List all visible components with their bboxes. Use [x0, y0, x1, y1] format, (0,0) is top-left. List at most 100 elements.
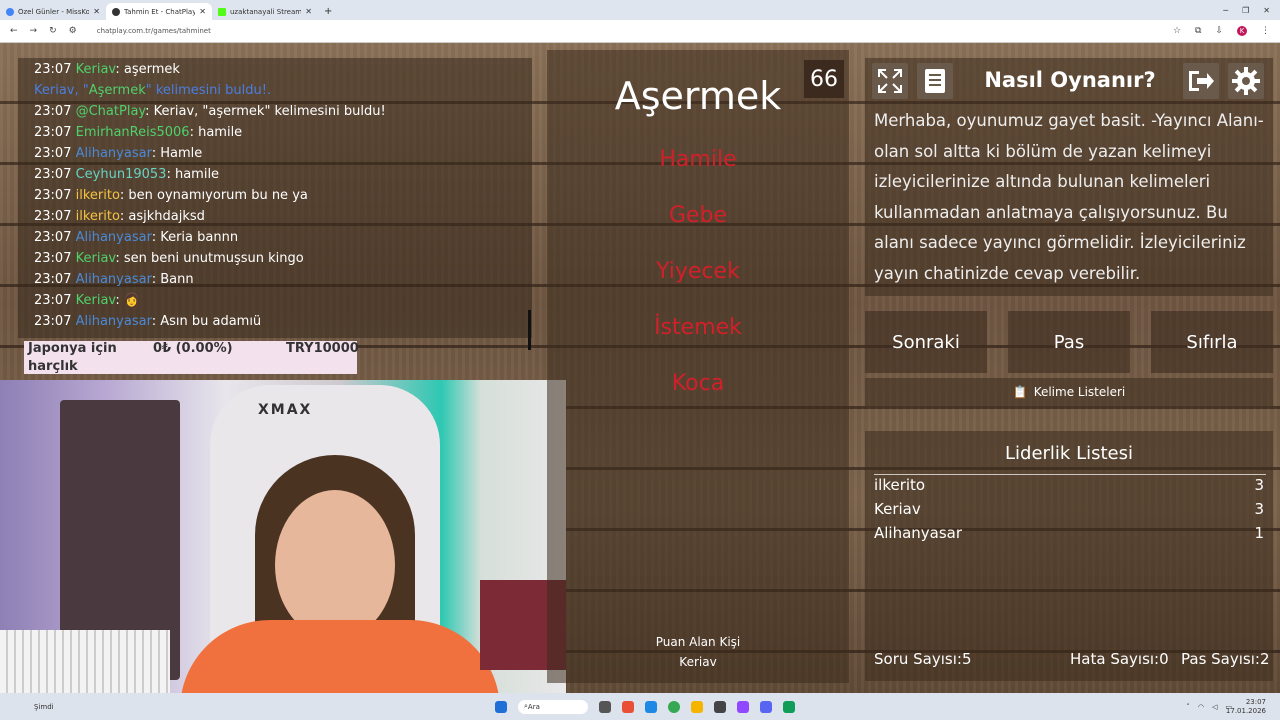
word-lists-label: Kelime Listeleri: [1033, 385, 1126, 399]
close-tab-icon[interactable]: ✕: [305, 7, 312, 16]
leaderboard-name: ilkerito: [874, 476, 926, 494]
site-info-icon[interactable]: ⚙: [69, 26, 77, 36]
chat-username[interactable]: EmirhanReis5006: [76, 125, 190, 140]
leaderboard-divider: [874, 474, 1266, 475]
volume-icon[interactable]: ◁: [1212, 703, 1217, 711]
profile-avatar[interactable]: K: [1237, 26, 1247, 36]
chat-username[interactable]: ilkerito: [76, 188, 120, 203]
document-icon: [925, 69, 945, 93]
chat-text: : sen beni unutmuşsun kingo: [115, 251, 304, 266]
back-icon[interactable]: ←: [10, 26, 18, 36]
chat-username[interactable]: Alihanyasar: [76, 314, 152, 329]
chat-username[interactable]: Keriav: [76, 251, 116, 266]
browser-tab-2[interactable]: Tahmin Et - ChatPlay ✕: [106, 3, 212, 20]
maximize-icon[interactable]: ❐: [1242, 6, 1249, 15]
tab-favicon-icon: [112, 7, 120, 16]
bookmark-star-icon[interactable]: ☆: [1173, 26, 1181, 36]
reset-button[interactable]: Sıfırla: [1151, 311, 1273, 373]
chat-text: : hamile: [166, 167, 220, 182]
chat-timestamp: 23:07: [34, 251, 72, 266]
app-icon[interactable]: [622, 700, 634, 713]
chat-username[interactable]: Alihanyasar: [76, 146, 152, 161]
question-count-label: Soru Sayısı:: [874, 650, 962, 668]
system-message-pre: Keriav, ": [34, 83, 89, 98]
error-count-value: 0: [1159, 650, 1169, 668]
chat-timestamp: 23:07: [34, 314, 72, 329]
twitch-icon[interactable]: [737, 700, 749, 713]
chat-username[interactable]: Keriav: [76, 62, 116, 77]
address-bar: ← → ↻ ⚙ chatplay.com.tr/games/tahminet ☆…: [0, 20, 1280, 43]
chat-text: : ben oynamıyorum bu ne ya: [119, 188, 308, 203]
pass-button[interactable]: Pas: [1008, 311, 1130, 373]
start-icon[interactable]: [495, 700, 507, 713]
scorer-name: Keriav: [679, 655, 717, 669]
forward-icon[interactable]: →: [30, 26, 38, 36]
chat-timestamp: 23:07: [34, 188, 72, 203]
chat-message: 23:07 EmirhanReis5006: hamile: [34, 125, 242, 140]
error-count-label: Hata Sayısı:: [1070, 650, 1160, 668]
chat-message: 23:07 @ChatPlay: Keriav, "aşermek" kelim…: [34, 104, 386, 119]
edge-icon[interactable]: [645, 700, 657, 713]
tray-chevron-icon[interactable]: ˄: [1186, 703, 1190, 711]
discord-icon[interactable]: [760, 700, 772, 713]
browser-menu-icon[interactable]: ⋮: [1261, 26, 1270, 36]
app-icon[interactable]: [714, 700, 726, 713]
chat-timestamp: 23:07: [34, 104, 72, 119]
wifi-icon[interactable]: ◠: [1198, 703, 1204, 711]
chat-text: : Asın bu adamıü: [151, 314, 262, 329]
chat-username[interactable]: ilkerito: [76, 209, 120, 224]
weather-widget[interactable]: Şimdi: [0, 703, 54, 711]
app-icon[interactable]: [783, 700, 795, 713]
chat-username[interactable]: Ceyhun19053: [76, 167, 167, 182]
pass-count-label: Pas Sayısı:: [1181, 650, 1260, 668]
chat-text: : Hamle: [151, 146, 203, 161]
taskbar-search[interactable]: ⌕ Ara: [518, 699, 588, 714]
browser-tab-3[interactable]: uzaktanayali Stream - Kick Da... ✕: [212, 3, 318, 20]
task-view-icon[interactable]: [599, 700, 611, 713]
close-window-icon[interactable]: ✕: [1263, 6, 1270, 15]
word-lists-button[interactable]: 📋 Kelime Listeleri: [865, 378, 1273, 406]
chat-message: 23:07 Alihanyasar: Bann: [34, 272, 194, 287]
fullscreen-button[interactable]: [872, 63, 908, 99]
minimize-icon[interactable]: ─: [1223, 6, 1228, 15]
chrome-icon[interactable]: [668, 700, 680, 713]
chat-username[interactable]: @ChatPlay: [76, 104, 146, 119]
exit-button[interactable]: [1183, 63, 1219, 99]
chat-message: Keriav, "Aşermek" kelimesini buldu!.: [34, 83, 271, 98]
browser-tab-1[interactable]: Özel Günler - MissKo AI Bot S... ✕: [0, 3, 106, 20]
chat-panel: 23:07 Keriav: aşermek Keriav, "Aşermek" k…: [18, 58, 532, 338]
url-field[interactable]: chatplay.com.tr/games/tahminet: [97, 27, 211, 35]
tab-label: uzaktanayali Stream - Kick Da...: [230, 7, 302, 16]
notes-button[interactable]: [917, 63, 953, 99]
donation-target: TRY10000: [286, 341, 359, 356]
close-tab-icon[interactable]: ✕: [199, 7, 206, 16]
new-tab-button[interactable]: +: [318, 3, 338, 20]
file-explorer-icon[interactable]: [691, 700, 703, 713]
next-button[interactable]: Sonraki: [865, 311, 987, 373]
extensions-icon[interactable]: ⧉: [1195, 26, 1201, 36]
taskbar-clock[interactable]: 23:07 17.01.2026: [1226, 698, 1266, 716]
chat-scrollbar[interactable]: [528, 310, 531, 350]
chat-timestamp: 23:07: [34, 62, 72, 77]
chat-text: : Bann: [151, 272, 194, 287]
donation-goal-widget: Japonya için harçlık 0₺ (0.00%) TRY10000: [24, 341, 359, 374]
gear-icon: [1232, 67, 1260, 95]
close-tab-icon[interactable]: ✕: [93, 7, 100, 16]
main-word: Aşermek: [614, 74, 782, 118]
chat-message: 23:07 Keriav: 👩: [34, 293, 140, 308]
chat-username[interactable]: Alihanyasar: [76, 230, 152, 245]
chat-username[interactable]: Keriav: [76, 293, 116, 308]
webcam-feed: XMAX: [0, 380, 566, 698]
cam-chair-logo: XMAX: [258, 402, 313, 418]
reload-icon[interactable]: ↻: [49, 26, 57, 36]
download-icon[interactable]: ⇩: [1215, 26, 1223, 36]
leaderboard-score: 3: [1254, 500, 1264, 518]
window-controls: ─ ❐ ✕: [1223, 0, 1280, 20]
browser-tab-bar: Özel Günler - MissKo AI Bot S... ✕ Tahmi…: [0, 0, 1280, 20]
tab-favicon-icon: [218, 7, 226, 16]
chat-text: : Keriav, "aşermek" kelimesini buldu!: [145, 104, 386, 119]
clipboard-icon: 📋: [1012, 385, 1028, 399]
chat-username[interactable]: Alihanyasar: [76, 272, 152, 287]
chat-timestamp: 23:07: [34, 167, 72, 182]
settings-button[interactable]: [1228, 63, 1264, 99]
